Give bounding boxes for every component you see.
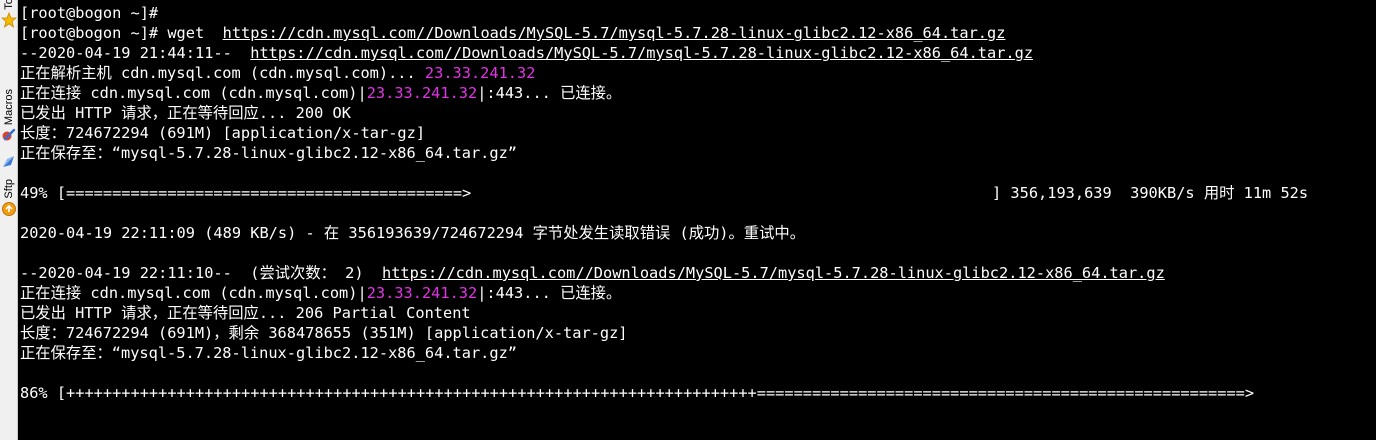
sftp-tab-label: Sftp [3,179,15,199]
length-line: 长度：724672294 (691M) [application/x-tar-g… [20,124,426,142]
saving-line: 正在保存至：“mysql-5.7.28-linux-glibc2.12-x86_… [20,344,517,362]
http-response-line: 已发出 HTTP 请求，正在等待回应... 200 OK [20,104,351,122]
read-error-line: 2020-04-19 22:11:09 (489 KB/s) - 在 35619… [20,224,805,242]
star-icon [0,11,18,28]
download-url[interactable]: https://cdn.mysql.com//Downloads/MySQL-5… [250,44,1033,62]
side-panel: Tools Macros Sftp [0,0,18,440]
request-timestamp-line: --2020-04-19 21:44:11-- https://cdn.mysq… [20,44,1034,62]
download-url[interactable]: https://cdn.mysql.com//Downloads/MySQL-5… [382,264,1165,282]
connect-line: 正在连接 cdn.mysql.com (cdn.mysql.com)|23.33… [20,84,622,102]
ip-address: 23.33.241.32 [366,284,478,302]
ip-address: 23.33.241.32 [424,64,536,82]
retry-line: --2020-04-19 22:11:10-- (尝试次数： 2) https:… [20,264,1165,282]
sftp-icon [1,201,17,217]
wget-command-line: [root@bogon ~]# wget https://cdn.mysql.c… [20,24,1006,42]
length-line: 长度：724672294 (691M)，剩余 368478655 (351M) … [20,324,628,342]
progress-bar-2: 86% [+++++++++++++++++++++++++++++++++++… [20,384,1255,402]
saving-line: 正在保存至：“mysql-5.7.28-linux-glibc2.12-x86_… [20,144,517,162]
prompt-line: [root@bogon ~]# [20,4,159,22]
ip-address: 23.33.241.32 [366,84,478,102]
progress-bar-1: 49% [===================================… [20,184,1309,202]
http-response-line: 已发出 HTTP 请求，正在等待回应... 206 Partial Conten… [20,304,471,322]
resolve-host-line: 正在解析主机 cdn.mysql.com (cdn.mysql.com)... … [20,64,536,82]
sftp-tab[interactable]: Sftp [0,155,18,217]
download-url[interactable]: https://cdn.mysql.com//Downloads/MySQL-5… [223,24,1006,42]
tools-tab[interactable]: Tools [0,0,18,28]
progress-stats: ] 356,193,639 390KB/s 用时 11m 52s [992,184,1309,202]
tools-tab-label: Tools [2,0,16,10]
terminal-output[interactable]: [root@bogon ~]# [root@bogon ~]# wget htt… [20,0,1376,440]
connect-line: 正在连接 cdn.mysql.com (cdn.mysql.com)|23.33… [20,284,622,302]
